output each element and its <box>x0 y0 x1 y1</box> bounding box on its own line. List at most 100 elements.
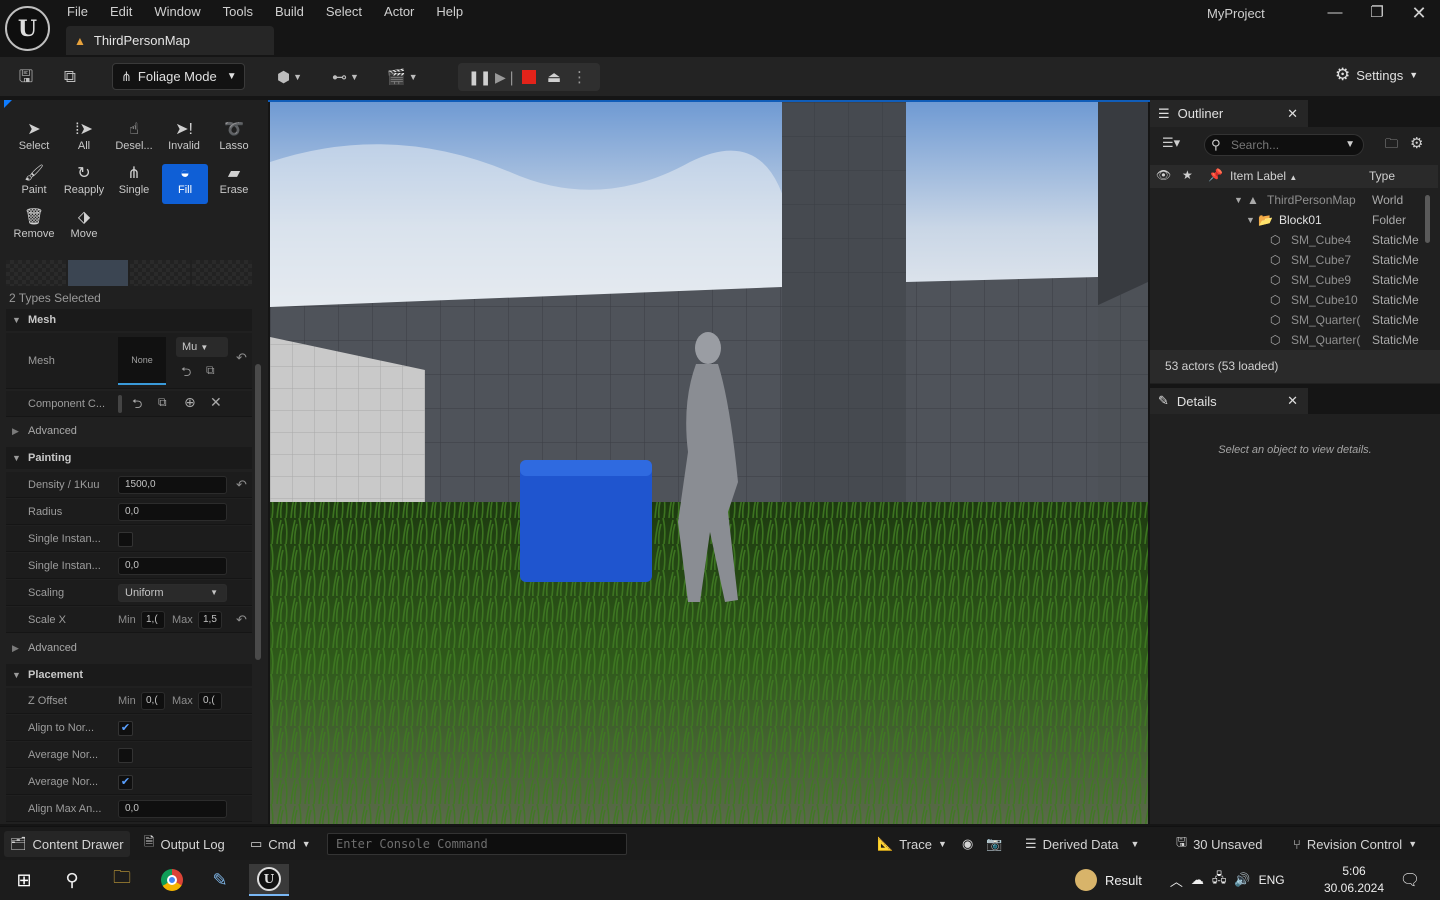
more-options-icon[interactable]: ⋮ <box>572 68 587 86</box>
outliner-row[interactable]: ⬡ SM_Cube7 StaticMe <box>1150 250 1438 270</box>
add-actor-dropdown[interactable]: ⬢ ▼ <box>277 65 302 89</box>
star-icon[interactable]: ★ <box>1182 168 1193 182</box>
item-label-column[interactable]: Item Label ▲ <box>1230 169 1297 183</box>
scale-x-min-field[interactable]: 1,( <box>141 611 165 629</box>
menu-actor[interactable]: Actor <box>373 0 425 24</box>
foliage-type-thumbnail[interactable] <box>68 260 128 286</box>
outliner-search-input[interactable]: ⚲ Search... ▼ <box>1204 134 1364 156</box>
align-max-field[interactable]: 0,0 <box>118 800 227 818</box>
pause-icon[interactable]: ❚❚ <box>468 68 491 86</box>
tool-erase[interactable]: ▰ Erase <box>210 164 258 204</box>
tool-move[interactable]: ⬗ Move <box>60 208 108 248</box>
advanced-expander[interactable]: ▶ Advanced <box>6 637 252 659</box>
speaker-icon[interactable]: 🔊 <box>1234 872 1250 888</box>
unreal-taskbar-icon[interactable]: U <box>249 864 289 896</box>
outliner-scrollbar[interactable] <box>1425 195 1430 243</box>
type-column[interactable]: Type <box>1369 169 1395 183</box>
minimize-icon[interactable]: — <box>1320 2 1350 24</box>
pin-icon[interactable]: 📌 <box>1208 168 1223 182</box>
average-normal-2-checkbox[interactable]: ✔ <box>118 775 133 790</box>
close-icon[interactable]: ✕ <box>1404 2 1434 24</box>
tool-fill[interactable]: ◒ Fill <box>162 164 208 204</box>
outliner-row[interactable]: ⬡ SM_Cube4 StaticMe <box>1150 230 1438 250</box>
tool-deselect[interactable]: ☝ Desel... <box>110 120 158 160</box>
mode-dropdown[interactable]: ⋔ Foliage Mode ▼ <box>112 63 245 90</box>
windows-start-icon[interactable]: ⊞ <box>4 864 44 896</box>
cloud-icon[interactable]: ☁ <box>1191 872 1204 888</box>
outliner-row[interactable]: ⬡ SM_Quarter( StaticMe <box>1150 310 1438 330</box>
close-icon[interactable]: ✕ <box>1287 106 1298 122</box>
tool-remove[interactable]: 🗑 Remove <box>10 208 58 248</box>
notepad-icon[interactable]: ✎ <box>200 864 240 896</box>
file-explorer-icon[interactable]: 🗀 <box>102 864 142 896</box>
tool-all[interactable]: ⁞➤ All <box>60 120 108 160</box>
average-normal-checkbox[interactable] <box>118 748 133 763</box>
content-drawer-button[interactable]: 🗂 Content Drawer <box>4 831 130 857</box>
section-painting[interactable]: ▼ Painting <box>6 447 252 469</box>
scaling-dropdown[interactable]: Uniform ▼ <box>118 584 227 602</box>
search-icon[interactable]: ⚲ <box>52 864 92 896</box>
outliner-row[interactable]: ⬡ SM_Cube9 StaticMe <box>1150 270 1438 290</box>
menu-file[interactable]: File <box>56 0 99 24</box>
record-icon[interactable]: ◉ <box>962 827 973 861</box>
outliner-row[interactable]: ▼ ▲ ThirdPersonMap World <box>1150 190 1438 210</box>
tool-select[interactable]: ➤ Select <box>10 120 58 160</box>
tool-reapply[interactable]: ↻ Reapply <box>60 164 108 204</box>
panel-scrollbar[interactable] <box>255 364 261 660</box>
use-selected-icon[interactable]: ⮌ <box>132 395 142 417</box>
menu-edit[interactable]: Edit <box>99 0 143 24</box>
eject-icon[interactable]: ⏏ <box>545 68 563 86</box>
chrome-icon[interactable] <box>152 864 192 896</box>
restore-icon[interactable]: ❐ <box>1362 2 1392 24</box>
reset-icon[interactable]: ↶ <box>236 607 247 633</box>
outliner-row[interactable]: ⬡ SM_Cube10 StaticMe <box>1150 290 1438 310</box>
section-mesh[interactable]: ▼ Mesh <box>6 309 252 331</box>
browse-icon[interactable]: ⧉ <box>158 395 167 410</box>
z-offset-max-field[interactable]: 0,( <box>198 692 222 710</box>
single-instance-checkbox[interactable] <box>118 532 133 547</box>
map-tab[interactable]: ▲ ThirdPersonMap <box>66 26 274 55</box>
foliage-type-thumbnail[interactable] <box>192 260 252 286</box>
step-icon[interactable]: ▶❘ <box>495 69 518 86</box>
foliage-type-thumbnail[interactable] <box>130 260 190 286</box>
revision-control-dropdown[interactable]: ⑂ Revision Control ▼ <box>1293 827 1417 861</box>
density-field[interactable]: 1500,0 <box>118 476 227 494</box>
z-offset-min-field[interactable]: 0,( <box>141 692 165 710</box>
tool-invalid[interactable]: ➤! Invalid <box>160 120 208 160</box>
tray-result-label[interactable]: Result <box>1105 873 1142 888</box>
outliner-row[interactable]: ⬡ SM_Quarter( StaticMe <box>1150 330 1438 350</box>
radius-field[interactable]: 0,0 <box>118 503 227 521</box>
browse-icon[interactable]: ⧉ <box>206 363 215 378</box>
reset-icon[interactable]: ↶ <box>236 333 247 383</box>
chevron-up-icon[interactable]: ︿ <box>1170 871 1183 890</box>
gear-icon[interactable]: ⚙ <box>1410 134 1423 152</box>
mesh-thumbnail[interactable]: None <box>118 337 166 385</box>
stop-icon[interactable] <box>522 70 536 84</box>
add-icon[interactable]: ⊕ <box>184 394 196 411</box>
outliner-tab[interactable]: ☰ Outliner ✕ <box>1150 100 1308 127</box>
filter-icon[interactable]: ☰▾ <box>1162 135 1180 151</box>
system-clock[interactable]: 5:06 30.06.2024 <box>1322 863 1386 897</box>
mesh-dropdown[interactable]: Mu ▼ <box>176 337 228 357</box>
derived-data-dropdown[interactable]: ☰ Derived Data ▼ <box>1025 827 1139 861</box>
level-viewport[interactable] <box>270 102 1148 824</box>
eye-icon[interactable]: 👁 <box>1156 168 1171 182</box>
advanced-expander[interactable]: ▶ Advanced <box>6 420 252 442</box>
tool-paint[interactable]: 🖌 Paint <box>10 164 58 204</box>
menu-window[interactable]: Window <box>143 0 211 24</box>
output-log-button[interactable]: 🗎 Output Log <box>144 827 225 861</box>
content-browser-icon[interactable]: ⧉ <box>58 65 82 89</box>
unsaved-button[interactable]: 🖫 30 Unsaved <box>1176 827 1262 861</box>
close-icon[interactable]: ✕ <box>1287 393 1298 409</box>
weather-icon[interactable] <box>1075 869 1097 891</box>
menu-select[interactable]: Select <box>315 0 373 24</box>
cinematics-dropdown[interactable]: 🎬 ▼ <box>387 65 418 89</box>
cmd-dropdown[interactable]: ▭ Cmd ▼ <box>250 827 311 861</box>
screenshot-icon[interactable]: 📷 <box>986 827 1002 861</box>
save-icon[interactable]: 🖫 <box>14 65 38 89</box>
align-normal-checkbox[interactable]: ✔ <box>118 721 133 736</box>
add-folder-icon[interactable]: 🗀 <box>1385 135 1398 157</box>
blueprint-dropdown[interactable]: ⊷ ▼ <box>332 65 359 89</box>
use-selected-icon[interactable]: ⮌ <box>181 363 191 385</box>
settings-button[interactable]: ⚙ Settings ▼ <box>1335 65 1418 85</box>
